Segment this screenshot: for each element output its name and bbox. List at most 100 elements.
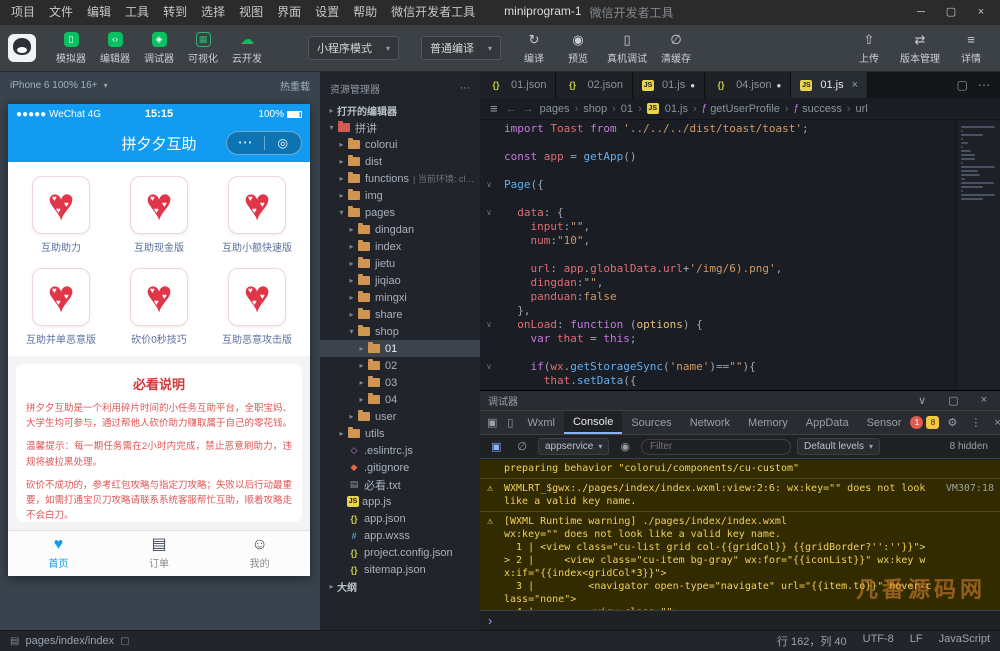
- fold-chevron-icon[interactable]: ∨: [480, 178, 498, 192]
- compile-mode-select[interactable]: 普通编译 ▾: [421, 36, 502, 60]
- devtools-tab[interactable]: Wxml: [518, 411, 564, 434]
- breadcrumb-item[interactable]: JS 01.js: [646, 103, 688, 115]
- devtools-tab[interactable]: AppData: [797, 411, 858, 434]
- settings-gear-icon[interactable]: ⚙: [942, 416, 962, 429]
- status-item[interactable]: LF: [910, 633, 923, 649]
- tree-item[interactable]: {} app.json: [320, 510, 480, 527]
- devtools-tab[interactable]: Sensor: [858, 411, 911, 434]
- explorer-section[interactable]: ▸ 打开的编辑器: [320, 102, 480, 119]
- visualization-button[interactable]: ▦ 可视化: [188, 31, 218, 65]
- status-item[interactable]: JavaScript: [939, 633, 990, 649]
- collapse-icon[interactable]: ∨: [913, 394, 931, 407]
- tree-item[interactable]: ▸ functions | 当前环境: cl…: [320, 170, 480, 187]
- devtools-tab[interactable]: Memory: [739, 411, 797, 434]
- error-badge[interactable]: 1: [910, 416, 924, 429]
- tree-item[interactable]: ▸ jietu: [320, 255, 480, 272]
- menu-item[interactable]: 界面: [270, 0, 308, 25]
- editor-tab[interactable]: {} 04.json ●: [705, 72, 792, 98]
- tree-item[interactable]: ▸ dist: [320, 153, 480, 170]
- tree-item[interactable]: ▸ utils: [320, 425, 480, 442]
- split-editor-icon[interactable]: ▢: [957, 78, 968, 92]
- more-button[interactable]: ⋯: [227, 135, 264, 150]
- breadcrumb-item[interactable]: shop: [583, 103, 607, 115]
- menu-item[interactable]: 编辑: [80, 0, 118, 25]
- preview-window-icon[interactable]: ▢: [120, 636, 129, 647]
- grid-app-item[interactable]: ♥ ♥ ♥ ♥ 砍价0秒技巧: [110, 268, 208, 346]
- breadcrumb-item[interactable]: url: [856, 103, 868, 115]
- close-icon[interactable]: ×: [976, 394, 992, 407]
- device-select[interactable]: iPhone 6 100% 16+: [10, 80, 98, 91]
- tree-item[interactable]: ▸ 02: [320, 357, 480, 374]
- maximize-icon[interactable]: ▢: [936, 0, 966, 25]
- devtools-tab[interactable]: Network: [681, 411, 739, 434]
- tabbar-item[interactable]: ☺ 我的: [209, 531, 310, 576]
- expand-icon[interactable]: ▢: [943, 394, 963, 407]
- remote-debug-button[interactable]: ▯ 真机调试: [607, 32, 647, 65]
- kebab-menu-icon[interactable]: ⋮: [965, 416, 986, 429]
- back-icon[interactable]: ←: [506, 103, 517, 115]
- menu-item[interactable]: 项目: [4, 0, 42, 25]
- clear-cache-button[interactable]: ∅ 清缓存: [661, 32, 691, 65]
- breadcrumb-item[interactable]: ƒ success: [794, 103, 842, 115]
- grid-app-item[interactable]: ♥ ♥ ♥ ♥ 互助恶意攻击版: [208, 268, 306, 346]
- tabbar-item[interactable]: ▤ 订单: [109, 531, 210, 576]
- menu-item[interactable]: 选择: [194, 0, 232, 25]
- clear-console-icon[interactable]: ∅: [512, 440, 532, 453]
- console-filter-input[interactable]: [640, 438, 791, 455]
- tree-item[interactable]: ▸ user: [320, 408, 480, 425]
- tree-item[interactable]: ◆ .gitignore: [320, 459, 480, 476]
- tree-item[interactable]: ▸ index: [320, 238, 480, 255]
- user-avatar[interactable]: [8, 34, 36, 62]
- tree-item[interactable]: ▸ 04: [320, 391, 480, 408]
- breadcrumb-item[interactable]: pages: [540, 103, 570, 115]
- preview-button[interactable]: ◉ 预览: [563, 32, 593, 65]
- breadcrumb-item[interactable]: 01: [621, 103, 633, 115]
- mode-select[interactable]: 小程序模式 ▾: [308, 36, 400, 60]
- simulator-button[interactable]: ▯ 模拟器: [56, 31, 86, 65]
- debugger-button[interactable]: ◈ 调试器: [144, 31, 174, 65]
- source-link[interactable]: VM307:18: [946, 482, 994, 495]
- status-item[interactable]: UTF-8: [863, 633, 894, 649]
- tree-item[interactable]: ▸ 03: [320, 374, 480, 391]
- close-tab-icon[interactable]: ×: [852, 79, 858, 91]
- tree-item[interactable]: ▸ img: [320, 187, 480, 204]
- statusbar-path[interactable]: pages/index/index: [25, 635, 114, 647]
- details-button[interactable]: ≡ 详情: [956, 32, 986, 65]
- upload-button[interactable]: ⇧ 上传: [854, 32, 884, 65]
- tree-item[interactable]: ▸ share: [320, 306, 480, 323]
- tree-item[interactable]: ▸ mingxi: [320, 289, 480, 306]
- tree-item[interactable]: ▸ colorui: [320, 136, 480, 153]
- menu-item[interactable]: 工具: [118, 0, 156, 25]
- cloud-dev-button[interactable]: ☁ 云开发: [232, 32, 262, 65]
- menu-item[interactable]: 设置: [308, 0, 346, 25]
- compile-button[interactable]: ↻ 编译: [519, 32, 549, 65]
- editor-tab[interactable]: JS 01.js ●: [632, 72, 706, 98]
- minimize-icon[interactable]: ─: [906, 0, 936, 25]
- editor-tab[interactable]: {} 01.json: [480, 72, 557, 98]
- tree-item[interactable]: ▾ pages: [320, 204, 480, 221]
- fold-chevron-icon[interactable]: ∨: [480, 206, 498, 220]
- console-prompt[interactable]: ›: [488, 613, 492, 628]
- tree-item[interactable]: {} project.config.json: [320, 544, 480, 561]
- device-toolbar-icon[interactable]: ▯: [502, 416, 518, 429]
- inspect-element-icon[interactable]: ▣: [486, 440, 506, 453]
- fold-chevron-icon[interactable]: ∨: [480, 318, 498, 332]
- tree-item[interactable]: ◇ .eslintrc.js: [320, 442, 480, 459]
- context-select[interactable]: appservice ▾: [538, 438, 610, 455]
- grid-app-item[interactable]: ♥ ♥ ♥ ♥ 互助助力: [12, 176, 110, 254]
- log-levels-select[interactable]: Default levels ▾: [796, 438, 881, 455]
- menu-item[interactable]: 转到: [156, 0, 194, 25]
- breadcrumb-item[interactable]: ƒ getUserProfile: [702, 103, 780, 115]
- grid-app-item[interactable]: ♥ ♥ ♥ ♥ 互助小额快速版: [208, 176, 306, 254]
- editor-button[interactable]: ‹› 编辑器: [100, 31, 130, 65]
- tree-item[interactable]: ▸ 01: [320, 340, 480, 357]
- tree-item[interactable]: # app.wxss: [320, 527, 480, 544]
- tree-item[interactable]: {} sitemap.json: [320, 561, 480, 578]
- grid-app-item[interactable]: ♥ ♥ ♥ ♥ 互助并单恶意版: [12, 268, 110, 346]
- hot-reload-toggle[interactable]: 热重载: [280, 78, 310, 93]
- minimize-capsule-button[interactable]: ◎: [265, 136, 302, 150]
- menu-item[interactable]: 视图: [232, 0, 270, 25]
- tree-item[interactable]: ▸ jiqiao: [320, 272, 480, 289]
- editor-tab[interactable]: JS 01.js ×: [791, 72, 869, 98]
- tree-item[interactable]: ▸ dingdan: [320, 221, 480, 238]
